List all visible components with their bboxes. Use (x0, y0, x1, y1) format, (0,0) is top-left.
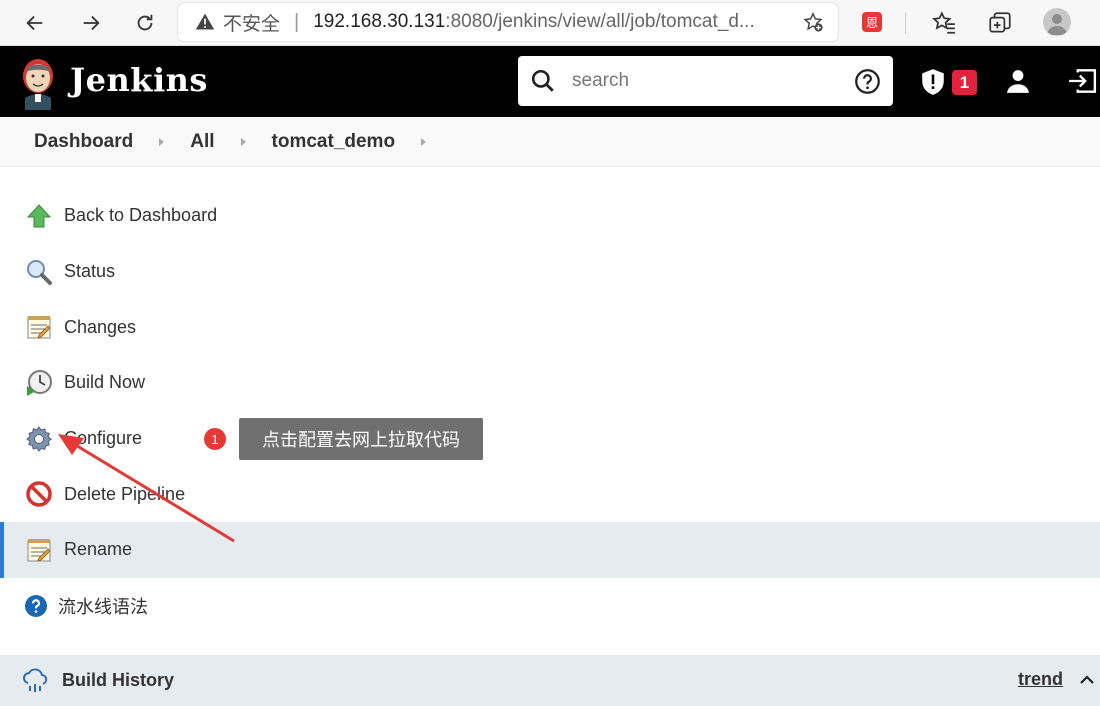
address-bar[interactable]: 不安全 | 192.168.30.131:8080/jenkins/view/a… (178, 3, 838, 41)
breadcrumb-all[interactable]: All (190, 131, 214, 153)
jenkins-title[interactable]: Jenkins (70, 61, 208, 99)
task-label: Delete Pipeline (64, 483, 186, 504)
url-path: :8080/jenkins/view/all/job/tomcat_d... (445, 11, 755, 32)
task-label: Back to Dashboard (64, 205, 218, 226)
forward-button[interactable] (73, 5, 109, 41)
search-box (518, 56, 893, 106)
task-build-now[interactable]: Build Now (0, 355, 1100, 411)
breadcrumb-tomcat-demo[interactable]: tomcat_demo (272, 131, 396, 153)
task-pipeline-syntax[interactable]: 流水线语法 (0, 578, 1100, 634)
security-shield-icon[interactable] (920, 68, 946, 96)
up-arrow-icon (24, 201, 54, 231)
breadcrumb-chevron-icon[interactable] (240, 137, 246, 146)
task-label: 流水线语法 (58, 596, 148, 617)
extension-icon[interactable]: 恩 (862, 12, 882, 32)
url-host: 192.168.30.131 (313, 11, 446, 32)
breadcrumb-dashboard[interactable]: Dashboard (34, 131, 133, 153)
annotation-tooltip: 点击配置去网上拉取代码 (239, 418, 483, 460)
task-back-to-dashboard[interactable]: Back to Dashboard (0, 188, 1100, 244)
side-panel-tasks: Back to Dashboard Status Changes Build N… (0, 188, 1100, 634)
build-history-panel: Build History trend (0, 655, 1100, 706)
add-favorite-icon[interactable] (802, 11, 824, 33)
toolbar-divider (905, 12, 906, 34)
reload-icon (137, 14, 153, 30)
cloud-rain-icon (23, 668, 48, 692)
chevron-up-icon[interactable] (1078, 671, 1096, 689)
notepad-icon (24, 535, 54, 565)
task-label: Changes (64, 316, 137, 337)
help-icon (24, 594, 48, 618)
task-delete-pipeline[interactable]: Delete Pipeline (0, 466, 1100, 522)
back-arrow-icon (26, 15, 43, 30)
browser-toolbar: 不安全 | 192.168.30.131:8080/jenkins/view/a… (0, 0, 1100, 46)
annotation-step-badge: 1 (202, 426, 228, 452)
task-label: Configure (64, 428, 143, 449)
forward-arrow-icon (83, 15, 100, 30)
logout-icon[interactable] (1067, 68, 1097, 94)
gear-icon (24, 424, 54, 454)
task-status[interactable]: Status (0, 244, 1100, 300)
magnifier-icon (24, 257, 54, 287)
profile-avatar[interactable] (1043, 8, 1071, 36)
url-text[interactable]: 192.168.30.131:8080/jenkins/view/all/job… (313, 11, 783, 33)
clock-icon (24, 368, 54, 398)
task-label: Rename (64, 539, 133, 560)
build-history-title: Build History (62, 670, 175, 690)
reload-button[interactable] (127, 5, 163, 41)
trend-link[interactable]: trend (1018, 669, 1063, 690)
security-status[interactable]: 不安全 (223, 9, 280, 36)
breadcrumb: Dashboard All tomcat_demo (0, 117, 1100, 167)
task-label: Status (64, 261, 116, 282)
user-icon[interactable] (1005, 68, 1031, 94)
url-separator: | (294, 10, 300, 33)
jenkins-header: Jenkins 1 (0, 46, 1100, 117)
no-entry-icon (24, 479, 54, 509)
task-changes[interactable]: Changes (0, 299, 1100, 355)
breadcrumb-chevron-icon[interactable] (421, 137, 427, 146)
search-help-icon[interactable] (854, 68, 881, 95)
task-rename[interactable]: Rename (0, 522, 1100, 578)
back-button[interactable] (17, 5, 53, 41)
search-icon (531, 69, 554, 92)
task-configure[interactable]: Configure (0, 411, 1100, 467)
warning-icon[interactable] (195, 11, 217, 33)
notepad-icon (24, 312, 54, 342)
search-input[interactable] (572, 70, 842, 92)
favorites-icon[interactable] (931, 10, 957, 36)
alert-count-badge[interactable]: 1 (952, 70, 977, 95)
jenkins-logo[interactable] (18, 54, 58, 110)
task-label: Build Now (64, 372, 146, 393)
collections-icon[interactable] (987, 10, 1013, 36)
breadcrumb-chevron-icon[interactable] (159, 137, 165, 146)
